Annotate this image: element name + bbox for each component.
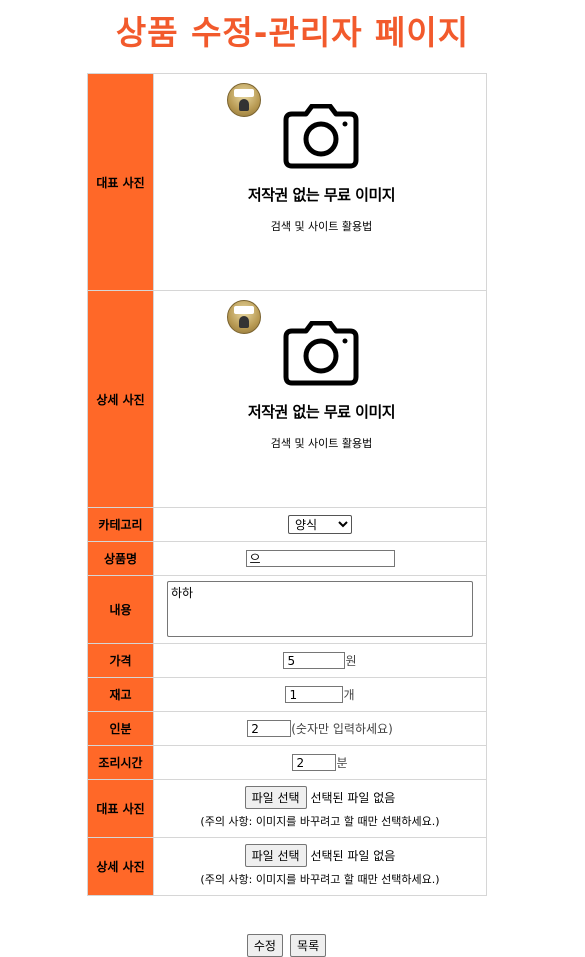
detail-photo-file-note: (주의 사항: 이미지를 바꾸려고 할 때만 선택하세요.) [200, 873, 440, 886]
page-title: 상품 수정-관리자 페이지 [115, 13, 470, 52]
main-photo-file-button[interactable]: 파일 선택 [244, 786, 307, 809]
list-button[interactable]: 목록 [290, 934, 327, 957]
detail-photo-file-status: 선택된 파일 없음 [310, 849, 396, 863]
watermark-badge-icon [227, 83, 261, 117]
placeholder-title: 저작권 없는 무료 이미지 [247, 186, 396, 204]
detail-photo-file-label: 상세 사진 [87, 837, 154, 896]
price-input[interactable] [283, 652, 346, 670]
edit-button[interactable]: 수정 [246, 934, 283, 957]
servings-hint: (숫자만 입력하세요) [291, 721, 393, 736]
product-edit-form: 대표 사진 저작권 없는 무료 이미지 검색 및 사이트 활용법 상세 사진 저… [87, 73, 487, 896]
servings-label: 인분 [87, 711, 154, 746]
placeholder-subtitle: 검색 및 사이트 활용법 [270, 437, 373, 450]
cook-time-unit: 분 [336, 755, 348, 770]
main-photo-label: 대표 사진 [87, 73, 154, 291]
stock-label: 재고 [87, 677, 154, 712]
camera-icon [283, 104, 359, 169]
watermark-badge-icon [227, 300, 261, 334]
camera-icon [283, 321, 359, 386]
servings-input[interactable] [247, 720, 292, 738]
category-select[interactable]: 양식 [288, 515, 352, 534]
detail-photo-label: 상세 사진 [87, 290, 154, 508]
product-name-input[interactable] [245, 550, 395, 567]
detail-photo-preview: 저작권 없는 무료 이미지 검색 및 사이트 활용법 [153, 290, 487, 508]
main-photo-file-status: 선택된 파일 없음 [310, 791, 396, 805]
price-label: 가격 [87, 643, 154, 678]
stock-input[interactable] [285, 686, 344, 704]
cook-time-input[interactable] [292, 754, 337, 772]
placeholder-subtitle: 검색 및 사이트 활용법 [270, 220, 373, 233]
cook-time-label: 조리시간 [87, 745, 154, 780]
main-photo-file-label: 대표 사진 [87, 779, 154, 838]
detail-photo-file-button[interactable]: 파일 선택 [244, 844, 307, 867]
main-photo-preview: 저작권 없는 무료 이미지 검색 및 사이트 활용법 [153, 73, 487, 291]
stock-unit: 개 [343, 687, 355, 702]
content-textarea[interactable]: 하하 [167, 581, 473, 637]
price-unit: 원 [345, 653, 357, 668]
form-actions: 수정 목록 [0, 934, 573, 957]
placeholder-title: 저작권 없는 무료 이미지 [247, 403, 396, 421]
content-label: 내용 [87, 575, 154, 644]
product-name-label: 상품명 [87, 541, 154, 576]
main-photo-file-note: (주의 사항: 이미지를 바꾸려고 할 때만 선택하세요.) [200, 815, 440, 828]
category-label: 카테고리 [87, 507, 154, 542]
